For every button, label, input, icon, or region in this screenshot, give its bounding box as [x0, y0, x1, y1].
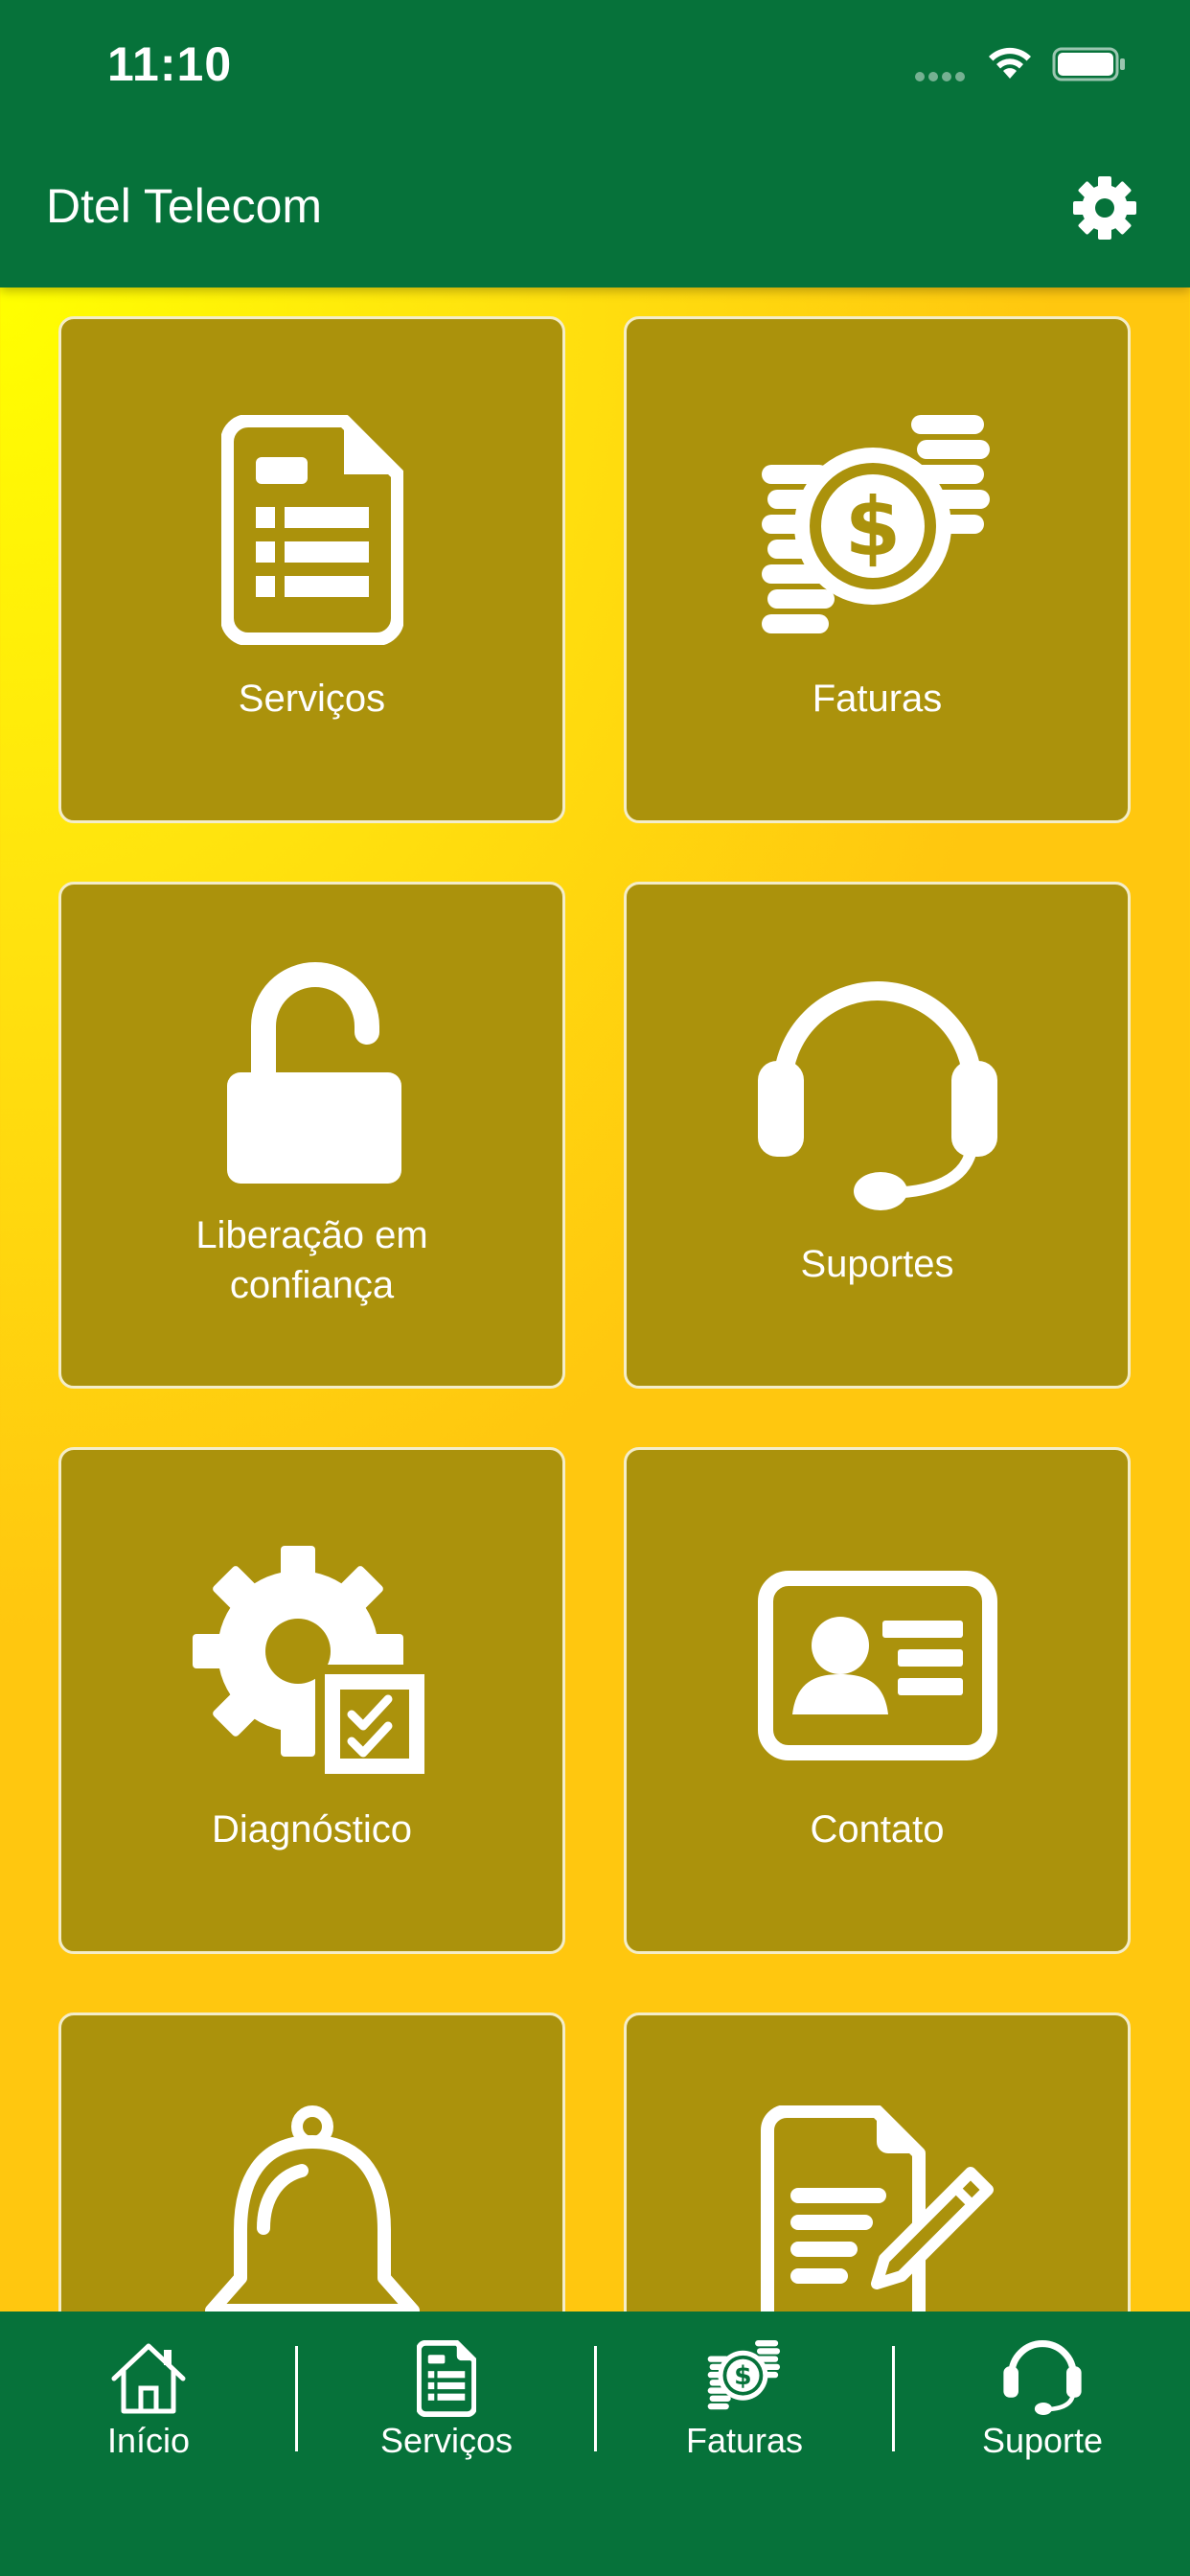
app-header: 11:10 Dtel Telecom [0, 0, 1190, 288]
home-icon [111, 2343, 186, 2414]
document-list-icon [220, 415, 403, 645]
status-time: 11:10 [107, 37, 233, 91]
tile-label-line: Liberação em confiança [195, 1214, 428, 1306]
tile-servicos[interactable]: Serviços [58, 316, 565, 823]
headset-icon [757, 981, 997, 1210]
tile-label: Faturas [812, 678, 943, 720]
tab-label: Início [106, 2421, 191, 2460]
tab-servicos[interactable]: Serviços [298, 2312, 595, 2474]
tab-inicio[interactable]: Início [0, 2312, 297, 2474]
tab-label: Serviços [379, 2421, 514, 2460]
coins-dollar-icon: $ [761, 415, 990, 633]
app-title: Dtel Telecom [46, 179, 323, 233]
tile-diagnostico[interactable]: Diagnóstico [58, 1447, 565, 1954]
document-list-icon [417, 2340, 476, 2417]
tile-label: Suportes [800, 1243, 954, 1285]
bottom-tab-bar: Início Serviços $ Faturas Suporte [0, 2312, 1190, 2576]
tile-contato[interactable]: Contato [624, 1447, 1131, 1954]
battery-icon [1052, 47, 1125, 81]
svg-text:$: $ [844, 480, 900, 574]
tab-faturas[interactable]: $ Faturas [596, 2312, 893, 2474]
tab-suporte[interactable]: Suporte [894, 2312, 1190, 2474]
cellular-signal-icon [915, 69, 969, 81]
tile-suportes[interactable]: Suportes [624, 882, 1131, 1389]
tile-label: Diagnóstico [211, 1808, 412, 1851]
bell-icon [204, 2105, 420, 2312]
svg-text:$: $ [734, 2361, 752, 2391]
contact-card-icon [757, 1571, 997, 1760]
menu-grid: Serviços $ Faturas Liberação em confianç… [0, 288, 1190, 2312]
headset-icon [1003, 2340, 1082, 2415]
gear-checklist-icon [192, 1546, 428, 1778]
unlock-icon [226, 962, 401, 1184]
tile-label: Serviços [238, 678, 386, 720]
tile-label: Liberação em confiança [80, 1210, 543, 1310]
tile-contrato[interactable] [624, 2012, 1131, 2312]
tile-notificacoes[interactable] [58, 2012, 565, 2312]
coins-dollar-icon: $ [707, 2340, 781, 2410]
tile-liberacao-em-confianca[interactable]: Liberação em confiança [58, 882, 565, 1389]
tab-label: Suporte [981, 2421, 1104, 2460]
tile-faturas[interactable]: $ Faturas [624, 316, 1131, 823]
document-edit-icon [760, 2105, 994, 2312]
tab-label: Faturas [685, 2421, 804, 2460]
gear-icon[interactable] [1071, 174, 1138, 242]
tile-label: Contato [810, 1808, 945, 1851]
wifi-icon [989, 47, 1031, 79]
